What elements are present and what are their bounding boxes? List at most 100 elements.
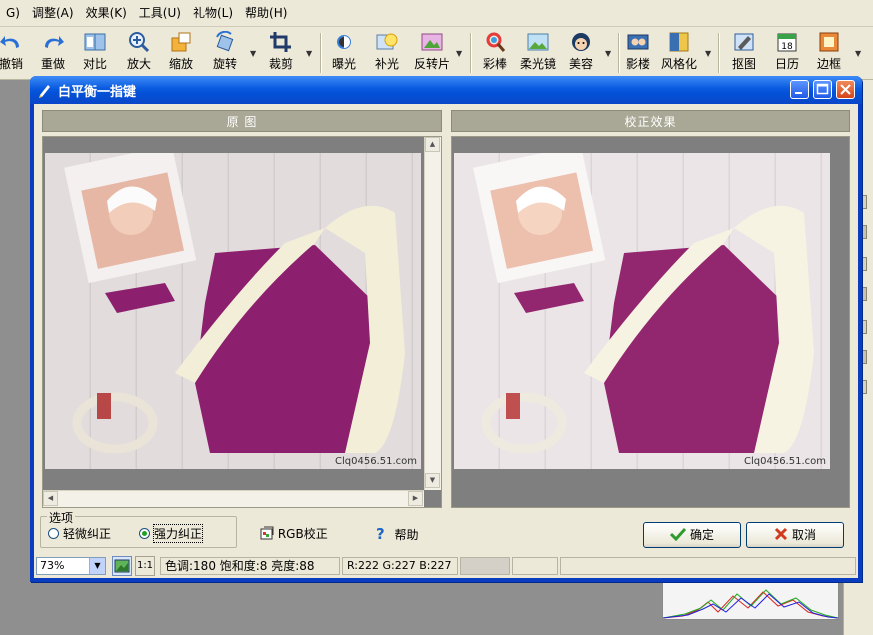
help-label: 帮助 [394,528,419,542]
toolbar-button-border[interactable]: 边框 [814,29,844,77]
cancel-button[interactable]: 取消 [746,522,844,548]
corrected-image-pane: Clq0456.51.com [451,136,850,508]
toolbar-separator [718,33,720,73]
white-balance-dialog: 白平衡一指键 原 图 校正效果 Clq0456.51.com ▲ ▼ ◀ ▶ C… [30,76,862,582]
rotate-dropdown-icon[interactable]: ▼ [250,49,256,58]
radio-strong-correction[interactable] [139,528,150,539]
rgb-correction-label: RGB校正 [277,527,328,541]
menu-item-effects[interactable]: 效果(K) [80,0,133,26]
reversal-film-dropdown-icon[interactable]: ▼ [456,49,462,58]
beauty-icon [572,33,590,51]
menu-bar: G) 调整(A) 效果(K) 工具(U) 礼物(L) 帮助(H) [0,0,873,27]
toolbar-button-cutout[interactable]: 抠图 [729,29,759,77]
scroll-up-button[interactable]: ▲ [425,137,440,152]
scroll-down-button[interactable]: ▼ [425,473,440,488]
fit-window-button[interactable] [112,556,132,576]
radio-light-correction-label[interactable]: 轻微纠正 [63,525,111,542]
compare-icon [84,33,106,51]
histogram-preview [662,581,839,620]
toolbar-button-beauty[interactable]: 美容 [566,29,596,77]
toolbar-button-fill-light[interactable]: 补光 [372,29,402,77]
radio-light-correction[interactable] [48,528,59,539]
cancel-x-icon [774,527,788,541]
color-wand-icon [486,32,506,52]
scroll-right-button[interactable]: ▶ [408,491,423,506]
studio-icon [627,34,649,50]
rotate-icon [216,31,234,52]
cutout-icon [734,33,754,51]
ok-label: 确定 [689,528,714,542]
border-icon [819,32,839,52]
toolbar-button-reversal-film[interactable]: 反转片 [414,29,450,77]
toolbar-button-resize[interactable]: 缩放 [166,29,196,77]
toolbar-button-exposure[interactable]: 曝光 [329,29,359,77]
toolbar-button-rotate[interactable]: 旋转 [210,29,240,77]
original-horizontal-scrollbar[interactable]: ◀ ▶ [43,490,424,507]
dialog-titlebar[interactable]: 白平衡一指键 [30,76,862,104]
status-message-cell [560,557,856,575]
zoom-in-icon [129,32,150,53]
toolbar-button-crop[interactable]: 裁剪 [264,29,298,77]
dialog-statusbar: 73% ▼ 1:1 色调:180 饱和度:8 亮度:88 R:222 G:227… [34,555,858,577]
menu-item-partial[interactable]: G) [0,0,26,26]
watermark-corrected: Clq0456.51.com [744,456,826,467]
chevron-down-icon[interactable]: ▼ [89,558,105,574]
toolbar-separator [618,33,620,73]
resize-icon [171,32,191,52]
actual-size-button[interactable]: 1:1 [135,556,155,576]
options-group: 选项 轻微纠正 强力纠正 [40,509,237,548]
status-color-swatch [460,557,510,575]
exposure-icon [337,35,351,49]
status-hsb: 色调:180 饱和度:8 亮度:88 [160,557,340,575]
stylize-dropdown-icon[interactable]: ▼ [705,49,711,58]
help-icon: ? [376,525,385,543]
soft-light-icon [527,33,549,51]
rgb-adjust-icon [260,526,274,540]
main-toolbar: 撤销 重做 对比 放大 缩放 旋转 ▼ 裁剪 ▼ 曝光 补光 反转片 ▼ 彩棒 … [0,27,873,80]
stylize-icon [669,32,689,52]
radio-strong-correction-label[interactable]: 强力纠正 [152,524,204,543]
toolbar-button-stylize[interactable]: 风格化 [660,29,698,77]
original-image-pane: Clq0456.51.com ▲ ▼ ◀ ▶ [42,136,442,508]
scroll-left-button[interactable]: ◀ [43,491,58,506]
toolbar-button-soft-light[interactable]: 柔光镜 [519,29,557,77]
menu-item-gifts[interactable]: 礼物(L) [187,0,239,26]
menu-item-tools[interactable]: 工具(U) [133,0,187,26]
checkmark-icon [669,527,687,542]
minimize-icon [795,92,802,94]
menu-item-adjust[interactable]: 调整(A) [26,0,80,26]
toolbar-button-redo[interactable]: 重做 [38,29,68,77]
toolbar-button-studio[interactable]: 影楼 [623,29,653,77]
toolbar-button-calendar[interactable]: 18 日历 [772,29,802,77]
fill-light-icon [376,33,398,50]
maximize-button[interactable] [813,80,832,99]
toolbar-button-undo[interactable]: 撤销 [0,29,26,77]
redo-icon [45,36,64,48]
cancel-label: 取消 [791,528,816,542]
close-icon [840,84,851,95]
toolbar-button-compare[interactable]: 对比 [80,29,110,77]
close-button[interactable] [836,80,855,99]
minimize-button[interactable] [790,80,809,99]
photo-content [473,153,814,454]
maximize-icon [816,83,829,95]
photo-content [64,153,405,454]
dialog-body: 原 图 校正效果 Clq0456.51.com ▲ ▼ ◀ ▶ Clq0456.… [34,104,858,578]
menu-item-help[interactable]: 帮助(H) [239,0,293,26]
svg-text:18: 18 [781,42,793,52]
toolbar-button-zoom-in[interactable]: 放大 [124,29,154,77]
border-dropdown-icon[interactable]: ▼ [855,49,861,58]
crop-icon [270,32,291,52]
rgb-correction-button[interactable]: RGB校正 [260,525,328,542]
beauty-dropdown-icon[interactable]: ▼ [605,49,611,58]
histogram-curves [663,589,838,619]
crop-dropdown-icon[interactable]: ▼ [306,49,312,58]
zoom-select[interactable]: 73% ▼ [36,557,106,575]
original-vertical-scrollbar[interactable]: ▲ ▼ [424,137,441,490]
dialog-title: 白平衡一指键 [58,85,137,100]
original-pane-header: 原 图 [42,110,442,132]
help-button[interactable]: ? 帮助 [376,525,419,543]
original-photo: Clq0456.51.com [45,153,421,469]
ok-button[interactable]: 确定 [643,522,741,548]
toolbar-button-color-wand[interactable]: 彩棒 [480,29,510,77]
